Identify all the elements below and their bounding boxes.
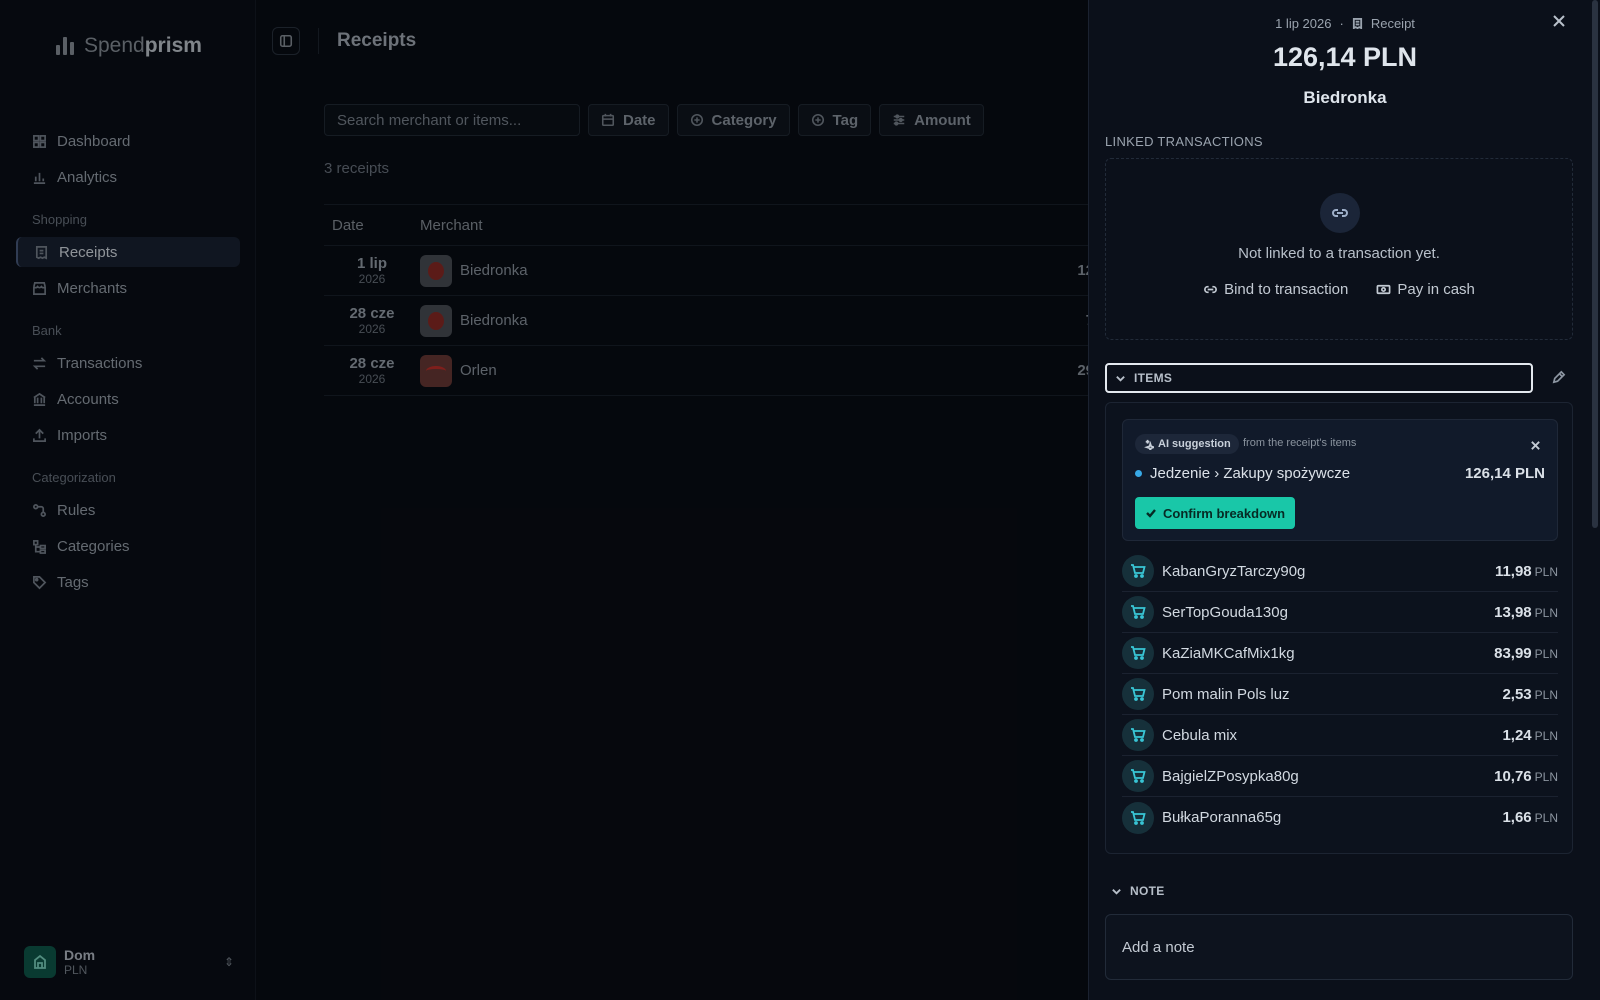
edit-items-button[interactable]	[1551, 370, 1566, 390]
note-input[interactable]: Add a note	[1105, 914, 1573, 980]
ai-suggestion-card: AI suggestion from the receipt's items J…	[1122, 419, 1558, 541]
banknote-icon	[1376, 284, 1391, 295]
bind-to-transaction-button[interactable]: Bind to transaction	[1203, 281, 1348, 298]
item-currency: PLN	[1534, 605, 1558, 620]
pencil-icon	[1552, 370, 1566, 384]
item-amount: 13,98 PLN	[1494, 603, 1558, 621]
suggested-category: Jedzenie › Zakupy spożywcze	[1135, 465, 1350, 482]
shopping-cart-icon	[1131, 646, 1146, 660]
receipt-item[interactable]: KaZiaMKCafMix1kg 83,99 PLN	[1122, 633, 1558, 674]
shopping-cart-icon	[1131, 605, 1146, 619]
receipt-item[interactable]: Pom malin Pols luz 2,53 PLN	[1122, 674, 1558, 715]
item-currency: PLN	[1534, 769, 1558, 784]
receipt-total: 126,14 PLN	[1272, 42, 1418, 72]
linked-transactions-box: Not linked to a transaction yet. Bind to…	[1105, 158, 1573, 340]
linked-transactions-label: LINKED TRANSACTIONS	[1105, 134, 1263, 149]
receipt-meta: 1 lip 2026 · Receipt	[1089, 16, 1600, 31]
receipt-item[interactable]: BułkaPoranna65g 1,66 PLN	[1122, 797, 1558, 838]
receipt-date: 1 lip 2026	[1275, 16, 1332, 31]
receipt-items-list: KabanGryzTarczy90g 11,98 PLN SerTopGouda130…	[1122, 551, 1558, 838]
shopping-cart-icon	[1131, 564, 1146, 578]
item-category-icon	[1122, 760, 1154, 792]
shopping-cart-icon	[1131, 810, 1146, 825]
receipt-icon	[1352, 18, 1362, 29]
shopping-cart-icon	[1131, 687, 1146, 701]
item-name: Cebula mix	[1162, 726, 1238, 744]
chevron-down-icon	[1112, 888, 1121, 895]
item-currency: PLN	[1534, 687, 1558, 702]
sparkles-icon	[1144, 439, 1154, 450]
item-name: SerTopGouda130g	[1162, 603, 1288, 621]
item-category-icon	[1122, 678, 1154, 710]
item-currency: PLN	[1534, 728, 1558, 743]
item-category-icon	[1122, 719, 1154, 751]
item-category-icon	[1122, 637, 1154, 669]
receipt-item[interactable]: BajgielZPosypka80g 10,76 PLN	[1122, 756, 1558, 797]
link-icon	[1320, 193, 1360, 233]
close-panel-button[interactable]	[1552, 14, 1570, 32]
link-actions: Bind to transaction Pay in cash	[1106, 281, 1572, 298]
receipt-item[interactable]: Cebula mix 1,24 PLN	[1122, 715, 1558, 756]
ai-suggestion-source: from the receipt's items	[1243, 437, 1357, 449]
app-root: Spendprism Dashboard Analytics Shopping …	[0, 0, 1600, 1000]
chevron-down-icon	[1116, 375, 1125, 382]
shopping-cart-icon	[1131, 728, 1146, 742]
close-icon	[1531, 441, 1540, 450]
item-amount: 1,24 PLN	[1502, 726, 1558, 744]
suggested-amount: 126,14 PLN	[1464, 465, 1545, 482]
receipt-item[interactable]: KabanGryzTarczy90g 11,98 PLN	[1122, 551, 1558, 592]
confirm-breakdown-button[interactable]: Confirm breakdown	[1135, 497, 1296, 529]
dismiss-suggestion-button[interactable]	[1530, 438, 1541, 456]
item-currency: PLN	[1534, 564, 1558, 579]
item-name: Pom malin Pols luz	[1162, 685, 1290, 703]
item-amount: 1,66 PLN	[1502, 809, 1558, 826]
item-currency: PLN	[1534, 811, 1558, 825]
meta-separator: ·	[1339, 16, 1344, 31]
item-amount: 83,99 PLN	[1494, 644, 1558, 662]
close-icon	[1553, 15, 1565, 27]
link-icon	[1204, 285, 1217, 294]
receipt-merchant: Biedronka	[1303, 88, 1387, 107]
not-linked-message: Not linked to a transaction yet.	[1238, 245, 1440, 262]
item-category-icon	[1122, 555, 1154, 587]
items-section-toggle[interactable]: ITEMS	[1105, 363, 1533, 393]
receipt-detail-panel: 1 lip 2026 · Receipt 126,14 PLN Biedronk…	[1088, 0, 1600, 1000]
check-icon	[1146, 509, 1156, 518]
panel-scrollbar[interactable]	[1592, 0, 1598, 528]
ai-suggestion-badge: AI suggestion	[1135, 434, 1239, 454]
modal-backdrop[interactable]	[0, 0, 1088, 1000]
item-currency: PLN	[1534, 646, 1558, 661]
item-amount: 2,53 PLN	[1502, 685, 1558, 703]
category-color-dot	[1135, 470, 1142, 477]
item-category-icon	[1122, 801, 1154, 834]
items-box: AI suggestion from the receipt's items J…	[1105, 402, 1573, 854]
note-section-toggle[interactable]: NOTE	[1111, 884, 1165, 898]
receipt-item[interactable]: SerTopGouda130g 13,98 PLN	[1122, 592, 1558, 633]
item-name: KaZiaMKCafMix1kg	[1162, 644, 1295, 662]
item-name: KabanGryzTarczy90g	[1162, 562, 1306, 580]
item-amount: 11,98 PLN	[1494, 562, 1558, 580]
item-name: BajgielZPosypka80g	[1162, 767, 1299, 785]
item-name: BułkaPoranna65g	[1162, 809, 1282, 826]
item-category-icon	[1122, 596, 1154, 628]
shopping-cart-icon	[1131, 769, 1146, 783]
pay-in-cash-button[interactable]: Pay in cash	[1376, 281, 1475, 298]
item-amount: 10,76 PLN	[1494, 767, 1558, 785]
receipt-kind: Receipt	[1370, 16, 1415, 31]
